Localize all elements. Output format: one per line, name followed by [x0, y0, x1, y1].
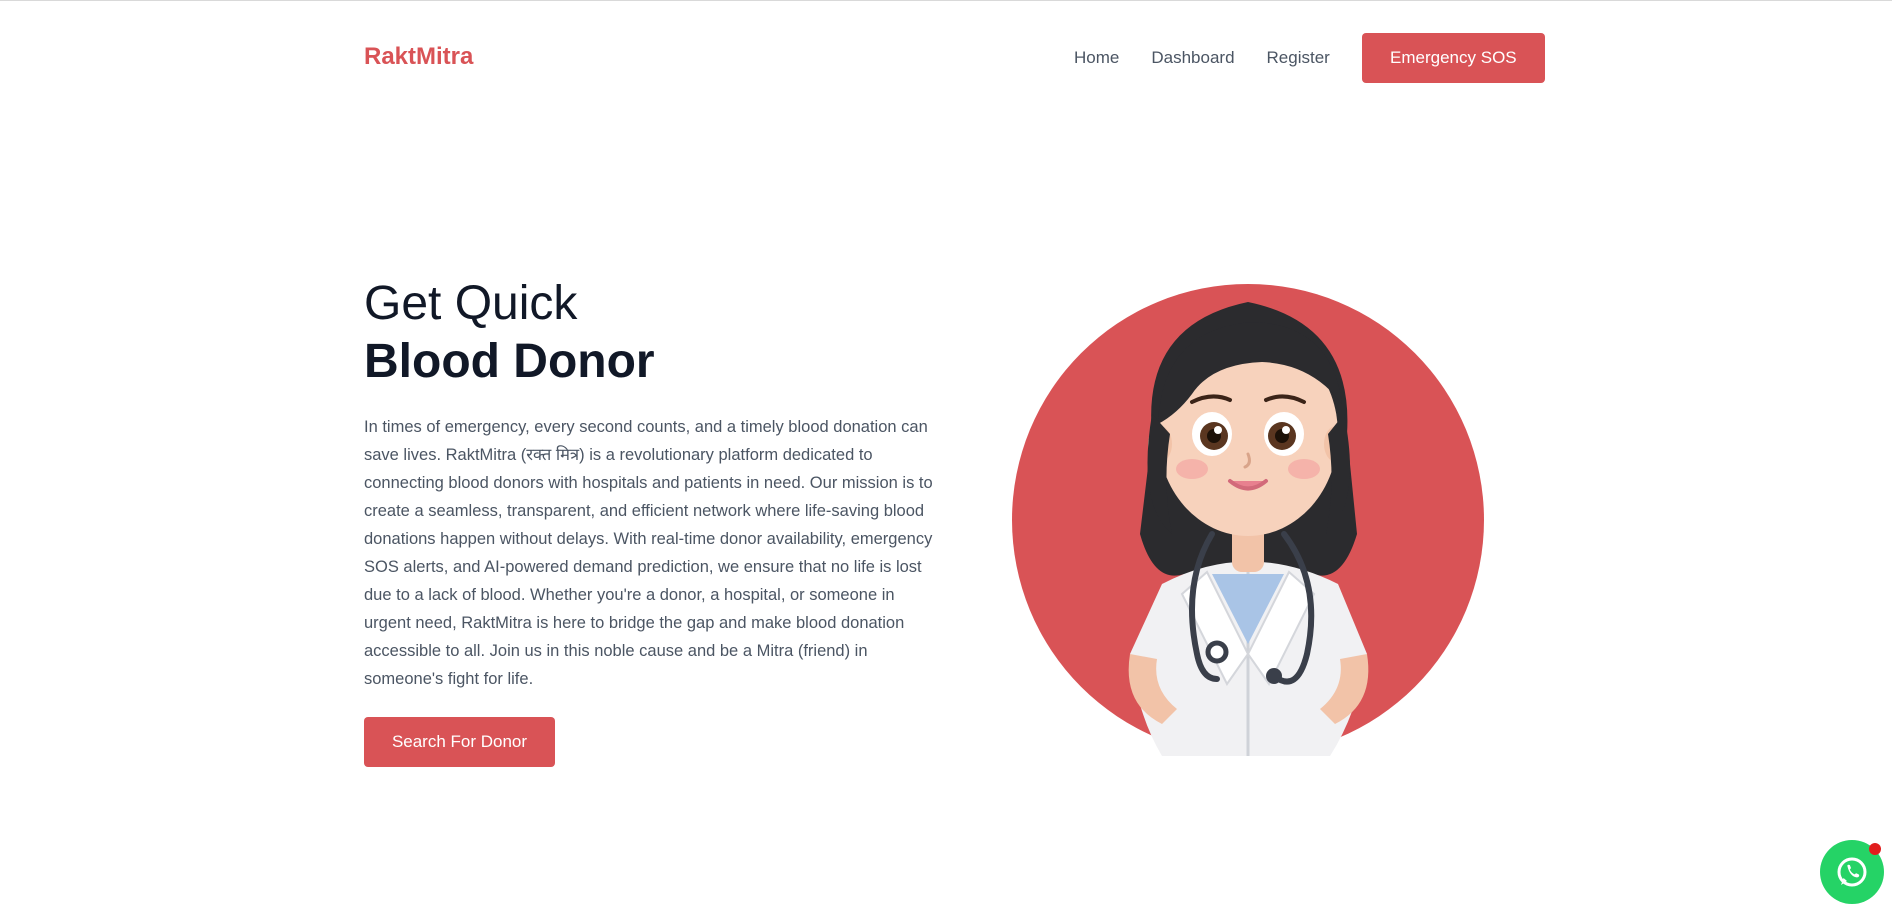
nav-register-link[interactable]: Register: [1267, 48, 1330, 68]
hero-description: In times of emergency, every second coun…: [364, 418, 933, 688]
whatsapp-icon: [1837, 857, 1867, 887]
emergency-sos-button[interactable]: Emergency SOS: [1361, 33, 1545, 83]
hero-title-line1: Get Quick: [364, 277, 578, 330]
nav-dashboard-link[interactable]: Dashboard: [1151, 48, 1234, 68]
whatsapp-chat-button[interactable]: [1820, 840, 1884, 904]
search-for-donor-button[interactable]: Search For Donor: [364, 717, 555, 767]
brand-logo[interactable]: RaktMitra: [364, 43, 473, 71]
main-nav: Home Dashboard Register Emergency SOS: [1074, 33, 1545, 83]
hero-title-line2: Blood Donor: [364, 335, 655, 388]
doctor-illustration: [1012, 284, 1485, 756]
notification-dot: [1869, 843, 1881, 855]
site-header: RaktMitra Home Dashboard Register Emerge…: [0, 1, 1892, 114]
hero-title: Get Quick Blood Donor: [364, 275, 939, 391]
hero-section: Get Quick Blood Donor In times of emerge…: [364, 275, 939, 693]
nav-home-link[interactable]: Home: [1074, 48, 1119, 68]
